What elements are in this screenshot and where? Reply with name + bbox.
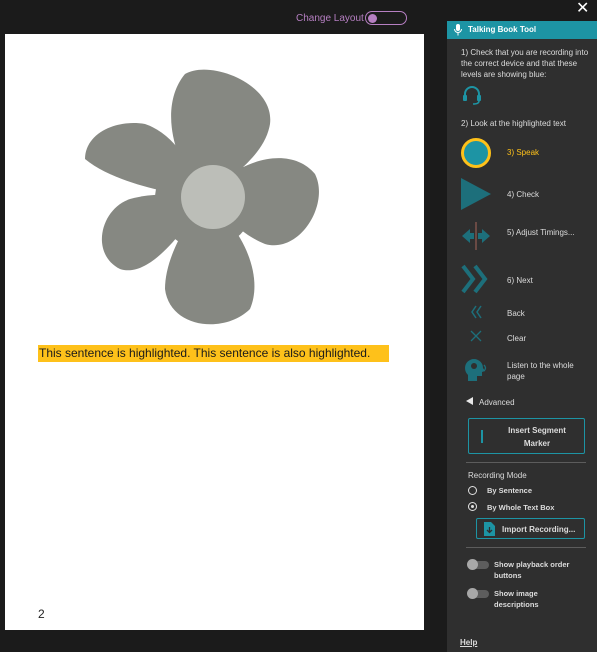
microphone-icon (454, 24, 462, 36)
switch-knob (467, 588, 478, 599)
headset-icon[interactable] (461, 84, 483, 106)
speak-icon[interactable] (460, 137, 492, 169)
flower-image (85, 69, 319, 325)
insert-segment-marker-button[interactable]: Insert Segment Marker (468, 418, 585, 454)
import-recording-label: Import Recording... (502, 525, 576, 534)
play-icon[interactable] (461, 178, 491, 210)
marker-icon (481, 430, 483, 443)
by-sentence-label[interactable]: By Sentence (487, 485, 532, 496)
switch-knob (467, 559, 478, 570)
next-label[interactable]: 6) Next (507, 275, 533, 286)
step1-text: 1) Check that you are recording into the… (461, 48, 589, 79)
import-recording-button[interactable]: Import Recording... (476, 518, 585, 539)
page-number: 2 (38, 607, 45, 621)
show-image-descriptions-label: Show image descriptions (494, 589, 539, 609)
speak-label[interactable]: 3) Speak (507, 147, 539, 158)
show-image-descriptions-switch[interactable] (467, 588, 489, 599)
triangle-icon[interactable] (466, 397, 474, 405)
next-icon[interactable] (461, 264, 489, 294)
by-sentence-radio[interactable] (468, 486, 477, 495)
panel-title: Talking Book Tool (468, 25, 537, 34)
divider (466, 462, 586, 463)
adjust-label[interactable]: 5) Adjust Timings... (507, 227, 577, 238)
step2-text: 2) Look at the highlighted text (461, 119, 566, 128)
import-icon (484, 522, 495, 536)
listen-head-icon[interactable] (462, 356, 488, 382)
by-textbox-radio[interactable] (468, 502, 477, 511)
back-label[interactable]: Back (507, 308, 525, 319)
insert-segment-marker-label: Insert Segment Marker (508, 426, 566, 448)
adjust-timings-icon[interactable] (460, 220, 492, 252)
change-layout-label: Change Layout (296, 13, 364, 24)
highlighted-text[interactable]: This sentence is highlighted. This sente… (38, 345, 389, 362)
change-layout-toggle[interactable] (365, 11, 407, 25)
flower-center (181, 165, 245, 229)
toggle-knob (368, 13, 377, 23)
help-link[interactable]: Help (460, 637, 477, 648)
show-playback-order-label: Show playback order buttons (494, 560, 570, 580)
clear-icon[interactable] (470, 330, 482, 342)
show-playback-order-switch[interactable] (467, 559, 489, 570)
listen-label[interactable]: Listen to the whole page (507, 360, 577, 382)
divider (466, 547, 586, 548)
by-textbox-label[interactable]: By Whole Text Box (487, 502, 554, 513)
close-icon[interactable]: ✕ (576, 0, 589, 18)
clear-label[interactable]: Clear (507, 333, 526, 344)
advanced-toggle[interactable]: Advanced (479, 397, 515, 408)
book-page (5, 34, 424, 630)
back-icon[interactable] (470, 305, 484, 319)
check-label[interactable]: 4) Check (507, 189, 539, 200)
recording-mode-heading: Recording Mode (468, 471, 527, 480)
